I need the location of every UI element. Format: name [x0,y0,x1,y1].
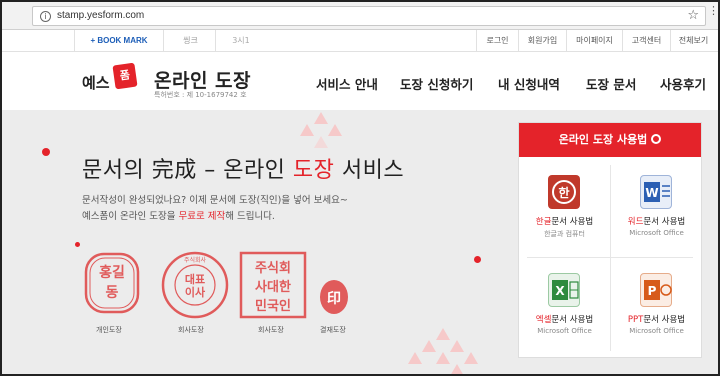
stamp-caption-personal: 개인도장 [96,326,122,334]
ppt-title-highlight: PPT [627,315,644,325]
stamp-char: 이사 [185,285,206,299]
ppt-subtitle: Microsoft Office [629,327,684,335]
decor-triangle [300,124,314,136]
howto-ppt-item[interactable]: P PPT문서 사용법 Microsoft Office [611,261,702,361]
headline-part-a: 문서의 完成 – 온라인 [82,158,293,183]
word-icon: W [640,175,672,209]
personal-stamp-image: 홍길 동 [84,252,140,314]
decor-dot [474,256,481,263]
decor-triangle [436,328,450,340]
login-link[interactable]: 로그인 [476,30,518,52]
howto-hwp-item[interactable]: 한 한글문서 사용법 한글과 컴퓨터 [519,163,610,263]
signup-link[interactable]: 회원가입 [518,30,566,52]
decor-triangle [328,124,342,136]
word-subtitle: Microsoft Office [629,229,684,237]
word-title: 워드문서 사용법 [611,215,702,227]
desc-part-b: 해 드립니다. [225,211,275,222]
stamp-char: 동 [106,285,119,301]
ppt-icon: P [640,273,672,307]
word-title-highlight: 워드 [627,217,644,227]
hwp-icon: 한 [548,175,580,209]
page-frame: i stamp.yesform.com ☆ ⋮ + BOOK MARK 씽크 3… [0,0,720,376]
svg-text:한: 한 [558,185,569,200]
approval-stamp-image: 印 [320,280,348,314]
search-icon [651,134,662,144]
desc-highlight: 무료로 제작 [178,211,226,222]
utility-bar: + BOOK MARK 씽크 3시1 로그인 회원가입 마이페이지 고객센터 전… [2,30,718,52]
address-bar[interactable]: i stamp.yesform.com ☆ [32,6,706,26]
hero-description-line1: 문서작성이 완성되었나요? 이제 문서에 도장(직인)을 넣어 보세요~ [82,195,348,206]
decor-triangle [450,364,464,374]
hwp-title-rest: 문서 사용법 [551,217,594,227]
browser-menu-icon[interactable]: ⋮ [708,5,718,16]
customer-center-link[interactable]: 고객센터 [622,30,670,52]
ppt-title-rest: 문서 사용법 [643,315,686,325]
page-title: 온라인 도장 [154,70,252,92]
partner-logo-sk[interactable]: 씽크 [166,30,216,52]
mypage-link[interactable]: 마이페이지 [566,30,622,52]
site-header: 예스 폼 온라인 도장 특허번호 : 제 10-1679742 호 서비스 안내… [2,52,718,110]
nav-reviews[interactable]: 사용후기 [660,74,706,93]
svg-text:P: P [648,284,657,298]
view-all-link[interactable]: 전체보기 [670,30,716,52]
stamp-char: 사대한 [255,279,291,295]
stamp-char: 주식회사 [184,256,207,264]
stamp-char: 대표 [185,272,205,286]
hwp-subtitle: 한글과 컴퓨터 [544,230,585,238]
nav-stamp-documents[interactable]: 도장 문서 [586,74,636,93]
partner-logo-3[interactable]: 3시1 [218,30,264,52]
decor-triangle [450,340,464,352]
headline-part-b: 서비스 [334,158,405,183]
browser-toolbar: i stamp.yesform.com ☆ ⋮ [2,2,718,30]
hwp-title: 한글문서 사용법 [519,215,610,227]
howto-panel: 온라인 도장 사용법 한 한글문서 사용법 한글과 컴퓨터 W 워드문서 사용법… [518,122,702,358]
excel-title-highlight: 엑셀 [535,315,552,325]
stamp-caption-company-square: 회사도장 [258,326,284,334]
ppt-title: PPT문서 사용법 [611,313,702,325]
hero-description-line2: 예스폼이 온라인 도장을 무료로 제작해 드립니다. [82,208,275,222]
howto-panel-header[interactable]: 온라인 도장 사용법 [519,123,701,157]
decor-dot [75,242,80,247]
decor-triangle [464,352,478,364]
nav-my-requests[interactable]: 내 신청내역 [498,74,560,93]
word-title-rest: 문서 사용법 [643,217,686,227]
company-round-stamp-image: 대표 이사 주식회사 [161,251,229,319]
decor-triangle [408,352,422,364]
decor-triangle [314,112,328,124]
hwp-title-highlight: 한글 [535,217,552,227]
svg-text:W: W [645,186,658,200]
stamp-caption-approval: 결재도장 [320,326,346,334]
star-icon[interactable]: ☆ [687,8,699,23]
decor-triangle [422,340,436,352]
site-logo[interactable]: 예스 폼 [82,62,144,94]
decor-triangle [314,136,328,148]
info-icon[interactable]: i [40,11,51,22]
headline-highlight: 도장 [292,158,335,183]
logo-mark: 폼 [112,62,138,90]
excel-title-rest: 문서 사용법 [551,315,594,325]
stamp-char: 印 [327,290,341,307]
nav-apply-stamp[interactable]: 도장 신청하기 [400,74,473,93]
bookmark-button[interactable]: + BOOK MARK [74,30,164,52]
stamp-char: 주식회 [255,260,291,276]
nav-service-info[interactable]: 서비스 안내 [316,74,378,93]
stamp-caption-company: 회사도장 [178,326,204,334]
desc-part-a: 예스폼이 온라인 도장을 [82,211,179,222]
decor-triangle [436,352,450,364]
excel-subtitle: Microsoft Office [537,327,592,335]
url-text[interactable]: stamp.yesform.com [57,10,144,21]
excel-title: 엑셀문서 사용법 [519,313,610,325]
company-square-stamp-image: 주식회 사대한 민국인 [239,251,307,319]
decor-dot [42,148,50,156]
logo-text: 예스 [82,74,110,92]
stamp-char: 민국인 [255,298,291,314]
howto-excel-item[interactable]: X 엑셀문서 사용법 Microsoft Office [519,261,610,361]
howto-word-item[interactable]: W 워드문서 사용법 Microsoft Office [611,163,702,263]
svg-text:X: X [555,284,565,298]
hero-headline: 문서의 完成 – 온라인 도장 서비스 [82,152,404,184]
patent-number: 특허번호 : 제 10-1679742 호 [154,91,247,99]
howto-panel-title: 온라인 도장 사용법 [558,133,648,146]
stamp-char: 홍길 [99,264,125,281]
excel-icon: X [548,273,580,307]
